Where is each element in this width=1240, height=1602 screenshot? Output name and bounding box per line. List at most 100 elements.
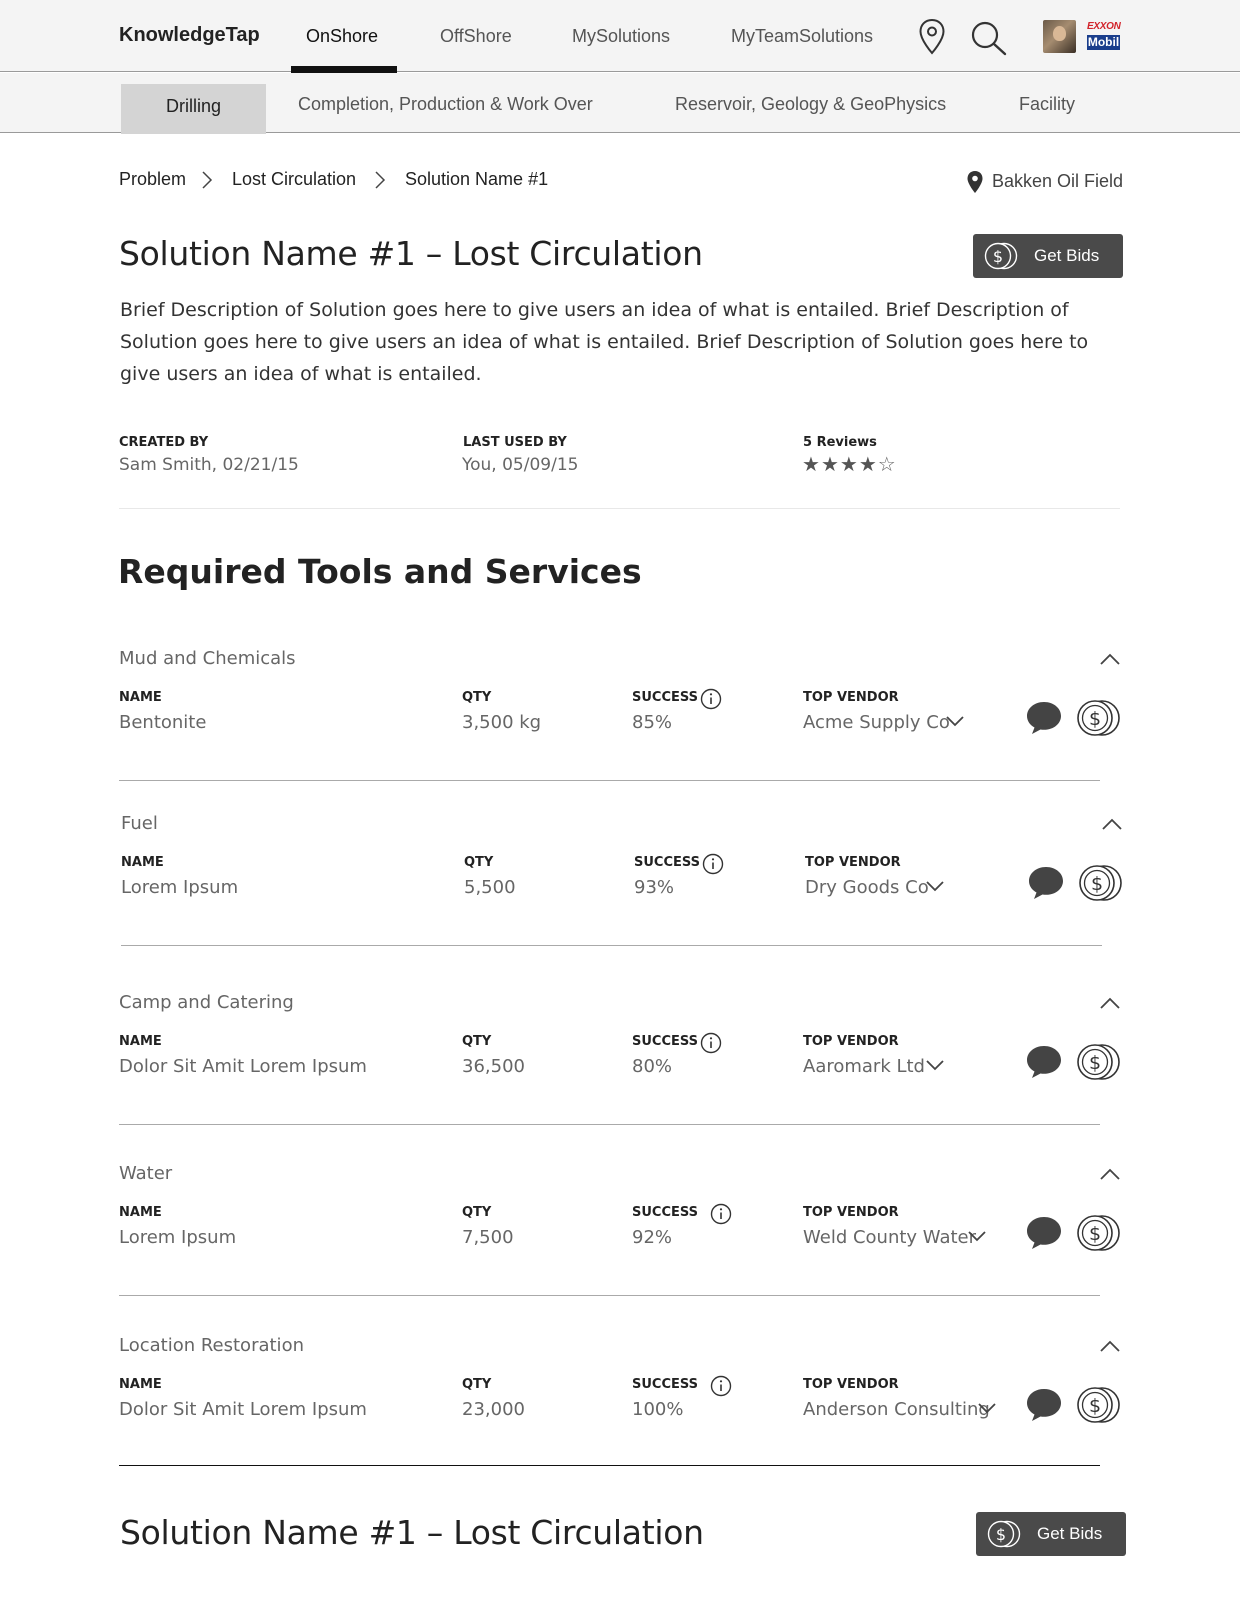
vendor-select[interactable]: Anderson Consulting [803,1399,990,1420]
tool-item-fuel: Fuel NAME Lorem Ipsum QTY 5,500 SUCCESS … [0,813,1240,973]
location-pin-icon[interactable] [918,18,946,61]
last-used-label: LAST USED BY [463,435,567,450]
info-icon[interactable] [702,853,724,880]
chevron-up-icon[interactable] [1101,817,1123,836]
item-category[interactable]: Mud and Chemicals [119,648,296,669]
subtab-drilling[interactable]: Drilling [121,84,266,134]
vendor-select[interactable]: Dry Goods Co [805,877,929,898]
divider [119,1124,1100,1125]
user-avatar[interactable] [1043,20,1076,53]
section-title: Required Tools and Services [118,552,642,591]
vendor-select[interactable]: Weld County Water [803,1227,976,1248]
star-empty-icon: ☆ [877,454,897,476]
vendor-label: TOP VENDOR [803,1034,899,1049]
chat-icon[interactable] [1025,1387,1063,1428]
vendor-label: TOP VENDOR [803,1205,899,1220]
chat-icon[interactable] [1027,865,1065,906]
location-label[interactable]: Bakken Oil Field [992,171,1123,192]
coins-icon[interactable]: $ [1075,1042,1121,1087]
info-icon[interactable] [710,1203,732,1230]
vendor-select[interactable]: Aaromark Ltd [803,1056,925,1077]
star-filled-icon: ★ [858,454,878,476]
tool-item-mud-and-chemicals: Mud and Chemicals NAME Bentonite QTY 3,5… [0,648,1240,808]
created-by-label: CREATED BY [119,435,209,450]
item-qty: 5,500 [464,877,516,898]
coins-icon[interactable]: $ [1075,1213,1121,1258]
chevron-down-icon[interactable] [945,714,965,732]
chevron-right-icon [374,170,386,195]
info-icon[interactable] [700,688,722,715]
company-logo: EXXON Mobil [1087,21,1121,50]
item-success: 80% [632,1056,673,1077]
top-navigation: KnowledgeTap OnShore OffShore MySolution… [0,0,1240,75]
divider [119,508,1120,509]
tool-item-water: Water NAME Lorem Ipsum QTY 7,500 SUCCESS… [0,1163,1240,1323]
chevron-up-icon[interactable] [1099,1339,1121,1358]
qty-label: QTY [464,855,494,870]
reviews-count[interactable]: 5 Reviews [803,435,877,450]
created-by-value: Sam Smith, 02/21/15 [119,455,299,475]
vendor-select[interactable]: Acme Supply Co [803,712,950,733]
item-category[interactable]: Camp and Catering [119,992,294,1013]
item-category[interactable]: Fuel [121,813,158,834]
divider [119,1295,1100,1296]
subtab-facility[interactable]: Facility [1019,73,1075,125]
name-label: NAME [119,690,162,705]
item-name: Bentonite [119,712,207,733]
success-label: SUCCESS [634,855,701,870]
chat-icon[interactable] [1025,1044,1063,1085]
get-bids-button[interactable]: $ Get Bids [973,234,1123,278]
qty-label: QTY [462,1034,492,1049]
solution-description: Brief Description of Solution goes here … [120,299,1089,385]
chevron-up-icon[interactable] [1099,1167,1121,1186]
divider [119,1465,1100,1466]
info-icon[interactable] [710,1375,732,1402]
chevron-up-icon[interactable] [1099,996,1121,1015]
item-success: 85% [632,712,673,733]
success-label: SUCCESS [632,1034,699,1049]
nav-tab-myteamsolutions[interactable]: MyTeamSolutions [731,26,873,47]
subtab-reservoir[interactable]: Reservoir, Geology & GeoPhysics [675,73,946,125]
chat-icon[interactable] [1025,1215,1063,1256]
subtab-completion[interactable]: Completion, Production & Work Over [298,73,593,125]
chevron-down-icon[interactable] [967,1229,987,1247]
item-name: Lorem Ipsum [121,877,239,898]
coins-icon[interactable]: $ [1075,698,1121,743]
success-label: SUCCESS [632,1205,699,1220]
chevron-up-icon[interactable] [1099,652,1121,671]
coins-icon[interactable]: $ [1075,1385,1121,1430]
item-category[interactable]: Location Restoration [119,1335,304,1356]
get-bids-label: Get Bids [1034,246,1100,265]
breadcrumb-lost-circulation[interactable]: Lost Circulation [232,169,356,190]
nav-tab-mysolutions[interactable]: MySolutions [572,26,670,47]
coins-icon[interactable]: $ [1077,863,1123,908]
chevron-down-icon[interactable] [977,1401,997,1419]
success-label: SUCCESS [632,1377,699,1392]
search-icon[interactable] [970,20,1008,61]
nav-tab-offshore[interactable]: OffShore [440,26,512,47]
svg-text:$: $ [1089,708,1101,730]
chat-icon[interactable] [1025,700,1063,741]
vendor-label: TOP VENDOR [803,690,899,705]
svg-text:$: $ [1089,1052,1101,1074]
item-qty: 3,500 kg [462,712,542,733]
star-rating[interactable]: ★★★★☆ [802,453,897,477]
breadcrumb-problem[interactable]: Problem [119,169,186,190]
tool-item-location-restoration: Location Restoration NAME Dolor Sit Amit… [0,1335,1240,1495]
qty-label: QTY [462,690,492,705]
get-bids-button[interactable]: $ Get Bids [976,1512,1126,1556]
item-name: Dolor Sit Amit Lorem Ipsum [119,1056,367,1077]
chevron-down-icon[interactable] [925,879,945,897]
item-category[interactable]: Water [119,1163,172,1184]
nav-tab-onshore[interactable]: OnShore [306,26,378,47]
vendor-label: TOP VENDOR [805,855,901,870]
name-label: NAME [121,855,164,870]
qty-label: QTY [462,1377,492,1392]
last-used-value: You, 05/09/15 [462,455,579,475]
svg-text:$: $ [1089,1223,1101,1245]
chevron-down-icon[interactable] [925,1058,945,1076]
brand-name[interactable]: KnowledgeTap [119,24,260,47]
next-solution-title: Solution Name #1 – Lost Circulation [120,1513,704,1552]
star-filled-icon: ★ [839,454,859,476]
info-icon[interactable] [700,1032,722,1059]
